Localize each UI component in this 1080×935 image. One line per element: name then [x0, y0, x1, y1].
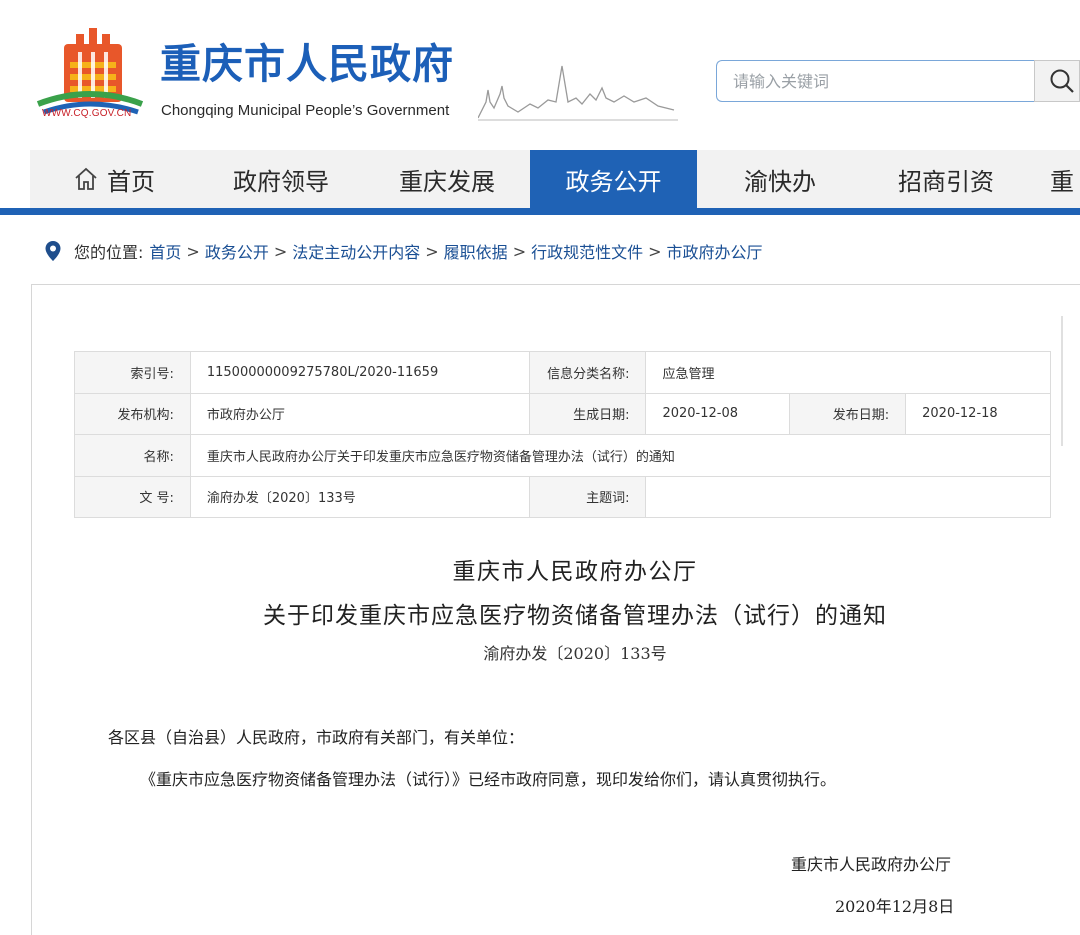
nav-item-investment[interactable]: 招商引资 [863, 150, 1029, 208]
document-meta-table: 索引号: 11500000009275780L/2020-11659 信息分类名… [74, 351, 1052, 518]
meta-published-value: 2020-12-18 [905, 392, 1051, 435]
meta-name-label: 名称: [74, 434, 191, 477]
location-pin-icon [45, 241, 61, 261]
breadcrumb-link-statutory[interactable]: 法定主动公开内容 [292, 239, 420, 263]
meta-subject-label: 主题词: [529, 475, 647, 518]
nav-item-development[interactable]: 重庆发展 [364, 150, 530, 208]
table-row: 文 号: 渝府办发〔2020〕133号 主题词: [74, 475, 1051, 518]
document-date: 2020年12月8日 [835, 897, 955, 916]
home-icon [75, 167, 97, 190]
breadcrumb-separator: > [425, 241, 439, 261]
nav-item-more[interactable]: 重 [1050, 150, 1080, 208]
table-row: 名称: 重庆市人民政府办公厅关于印发重庆市应急医疗物资储备管理办法（试行）的通知 [74, 434, 1052, 477]
meta-index-value: 11500000009275780L/2020-11659 [189, 351, 531, 394]
meta-category-value: 应急管理 [645, 351, 1051, 394]
table-row: 发布机构: 市政府办公厅 生成日期: 2020-12-08 发布日期: 2020… [74, 392, 1051, 435]
nav-item-yukuaiban[interactable]: 渝快办 [697, 150, 863, 208]
breadcrumb-link-office[interactable]: 市政府办公厅 [667, 239, 763, 263]
meta-category-label: 信息分类名称: [529, 351, 647, 394]
site-header: WWW.CQ.GOV.CN 重庆市人民政府 Chongqing Municipa… [0, 0, 1080, 150]
document-signature: 重庆市人民政府办公厅 [791, 855, 952, 874]
main-nav: 首页 政府领导 重庆发展 政务公开 渝快办 招商引资 重 [30, 150, 1080, 208]
breadcrumb-link-gov-affairs[interactable]: 政务公开 [205, 239, 269, 263]
meta-created-value: 2020-12-08 [645, 392, 791, 435]
search-input[interactable] [716, 60, 1036, 102]
breadcrumb-separator: > [273, 241, 288, 261]
scrollbar[interactable] [1061, 316, 1063, 446]
table-row: 索引号: 11500000009275780L/2020-11659 信息分类名… [74, 351, 1051, 394]
logo-url-text: WWW.CQ.GOV.CN [42, 108, 132, 119]
meta-subject-value [645, 475, 1051, 518]
breadcrumb-link-normative-docs[interactable]: 行政规范性文件 [531, 239, 643, 263]
site-subtitle: Chongqing Municipal People’s Government [161, 102, 450, 119]
meta-org-label: 发布机构: [74, 392, 191, 435]
breadcrumb-label: 您的位置: [74, 243, 144, 262]
meta-created-label: 生成日期: [529, 392, 647, 435]
breadcrumb-separator: > [186, 241, 200, 261]
nav-label: 渝快办 [744, 167, 816, 196]
document-body-paragraph: 《重庆市应急医疗物资储备管理办法（试行）》已经市政府同意，现印发给你们，请认真贯… [140, 770, 837, 789]
nav-label: 重 [1050, 167, 1074, 196]
document-number: 渝府办发〔2020〕133号 [483, 644, 667, 663]
nav-label: 政府领导 [233, 167, 329, 196]
document-salutation: 各区县（自治县）人民政府，市政府有关部门，有关单位： [108, 728, 525, 747]
meta-docno-value: 渝府办发〔2020〕133号 [189, 475, 531, 518]
meta-docno-label: 文 号: [74, 475, 191, 518]
meta-index-label: 索引号: [74, 351, 191, 394]
nav-item-gov-affairs[interactable]: 政务公开 [530, 150, 697, 208]
nav-item-leaders[interactable]: 政府领导 [198, 150, 364, 208]
site-title[interactable]: 重庆市人民政府 [160, 44, 454, 85]
nav-underline [0, 208, 1080, 215]
skyline-illustration [478, 65, 678, 121]
meta-name-value: 重庆市人民政府办公厅关于印发重庆市应急医疗物资储备管理办法（试行）的通知 [189, 434, 1052, 477]
breadcrumb-link-basis[interactable]: 履职依据 [444, 239, 508, 263]
nav-label: 首页 [107, 167, 155, 196]
nav-label: 重庆发展 [399, 167, 495, 196]
breadcrumb: 您的位置: 首页 > 政务公开 > 法定主动公开内容 > 履职依据 > 行政规范… [44, 238, 763, 264]
breadcrumb-separator: > [648, 241, 662, 261]
document-title-line1: 重庆市人民政府办公厅 [452, 559, 698, 585]
document-title-line2: 关于印发重庆市应急医疗物资储备管理办法（试行）的通知 [263, 603, 887, 629]
search-icon [1050, 69, 1074, 93]
breadcrumb-separator: > [512, 241, 527, 261]
search-button[interactable] [1034, 60, 1080, 102]
nav-item-home[interactable]: 首页 [30, 150, 198, 208]
meta-published-label: 发布日期: [789, 392, 907, 435]
breadcrumb-link-home[interactable]: 首页 [149, 239, 181, 263]
meta-org-value: 市政府办公厅 [189, 392, 531, 435]
nav-label: 招商引资 [898, 167, 994, 196]
nav-label: 政务公开 [565, 167, 662, 196]
